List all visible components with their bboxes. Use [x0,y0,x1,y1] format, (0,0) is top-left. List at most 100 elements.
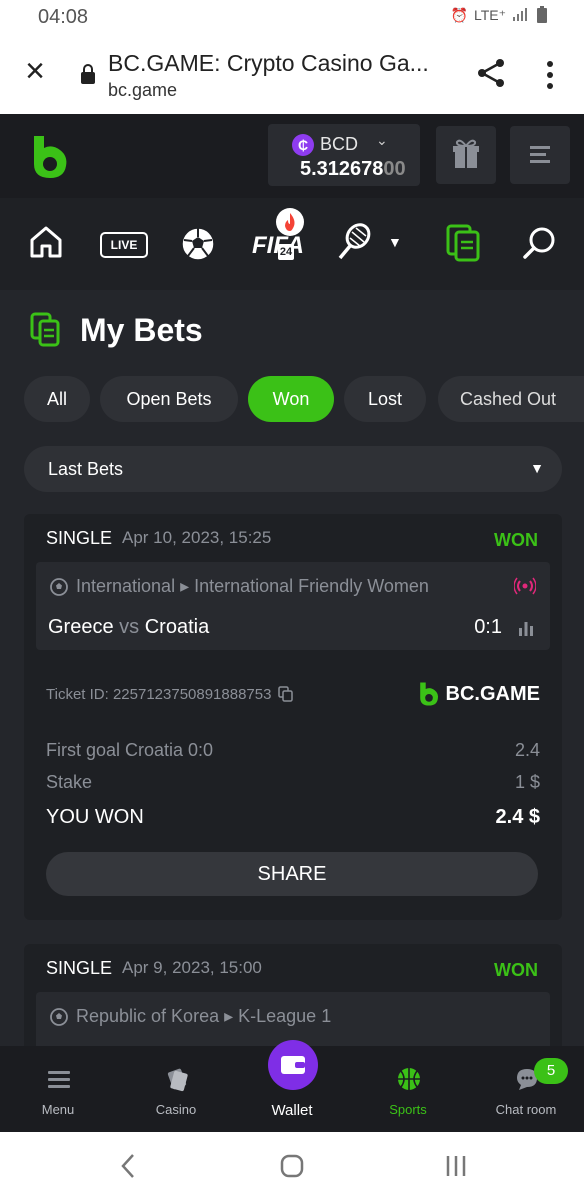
bet-status: WON [494,960,538,980]
home-icon[interactable] [26,220,66,264]
sports-nav: LIVE FIFA 24 ▼ [0,198,584,290]
won-label: YOU WON [46,806,144,828]
my-bets-page: My Bets All Open Bets Won Lost Cashed Ou… [0,290,584,1084]
stats-icon[interactable] [518,620,534,636]
copy-icon[interactable] [278,686,294,702]
soccer-ball-icon [50,1008,68,1026]
signal-icon [513,8,527,21]
tab-wallet[interactable]: Wallet [234,1040,350,1132]
league-path: International ▸ International Friendly W… [76,576,429,596]
last-bets-dropdown[interactable]: Last Bets ▼ [24,446,562,492]
bcgame-logo-icon[interactable] [30,134,70,180]
status-icons: ⏰ LTE⁺ [451,6,548,24]
bet-date: Apr 9, 2023, 15:00 [122,958,262,977]
filter-lost[interactable]: Lost [344,376,426,422]
brand-logo: BC.GAME [418,678,540,710]
tennis-icon[interactable] [334,220,374,264]
chevron-down-icon: ▼ [530,460,544,476]
network-label: LTE⁺ [473,6,506,23]
more-options-icon[interactable] [540,58,560,92]
dropdown-label: Last Bets [48,459,124,479]
won-row: YOU WON 2.4 $ [46,806,540,829]
close-tab-icon[interactable]: × [20,54,50,88]
back-icon[interactable] [116,1152,140,1180]
currency-label: BCD [320,134,359,154]
match-teams: Greece vs Croatia [48,616,209,639]
filter-cashed-out[interactable]: Cashed Out [438,376,584,422]
more-sports-dropdown-icon[interactable]: ▼ [388,234,402,250]
lock-icon [81,64,95,84]
team-away: Croatia [144,616,210,638]
bet-card[interactable]: SINGLE Apr 10, 2023, 15:25 WON Internati… [24,514,562,920]
share-icon[interactable] [474,56,508,90]
url-domain[interactable]: bc.game [108,80,177,101]
stake-label: Stake [46,772,93,792]
match-score: 0:1 [474,616,502,638]
page-title-bar[interactable]: BC.GAME: Crypto Casino Ga... [108,50,429,77]
brand-name: BC.GAME [445,682,540,705]
balance-selector[interactable]: ₵ BCD ⌄ 5.31267800 [268,124,420,186]
tab-menu-label: Menu [41,1102,75,1117]
cards-icon [167,1068,188,1092]
bottom-tab-bar: Menu Casino Wallet Sports Chat room [0,1040,584,1132]
bcd-coin-icon: ₵ [292,134,314,156]
filter-all[interactable]: All [24,376,90,422]
league-path: Republic of Korea ▸ K-League 1 [76,1006,332,1026]
chat-badge: 5 [534,1058,568,1084]
stake-row: Stake 1 $ [46,772,540,793]
status-time: 04:08 [38,6,89,28]
tab-casino-label: Casino [155,1102,197,1117]
pick-label: First goal Croatia 0:0 [46,740,214,760]
battery-icon [537,6,547,23]
stake-value: 1 $ [514,772,540,792]
tab-casino[interactable]: Casino [118,1046,234,1132]
browser-toolbar: × BC.GAME: Crypto Casino Ga... bc.game [0,36,584,115]
match-info[interactable]: International ▸ International Friendly W… [36,562,550,650]
fifa-button[interactable]: FIFA 24 [250,208,306,270]
pick-odds: 2.4 [514,740,540,760]
page-title: My Bets [80,312,203,348]
my-bets-icon [30,312,60,347]
fifa-year: 24 [278,244,294,260]
pick-row: First goal Croatia 0:0 2.4 [46,740,540,761]
search-icon[interactable] [520,220,560,264]
won-value: 2.4 $ [495,806,540,828]
tab-chat-label: Chat room [495,1102,557,1117]
vs-label: vs [119,616,140,638]
wallet-icon [281,1056,305,1074]
filter-open-bets[interactable]: Open Bets [100,376,238,422]
recents-icon[interactable] [442,1152,470,1180]
bet-status: WON [494,530,538,550]
share-button[interactable]: SHARE [46,852,538,896]
team-home: Greece [48,616,114,638]
gift-button[interactable] [436,126,496,184]
live-broadcast-icon [514,577,536,595]
basketball-icon [398,1068,420,1090]
live-button[interactable]: LIVE [100,232,148,258]
alarm-icon: ⏰ [450,6,468,23]
tab-menu[interactable]: Menu [0,1046,116,1132]
status-bar: 04:08 ⏰ LTE⁺ [0,0,584,36]
ticket-id: Ticket ID: 2257123750891888753 [46,686,272,703]
home-nav-icon[interactable] [278,1152,306,1180]
bcgame-logo-icon [419,682,438,706]
my-bets-nav-icon[interactable] [444,220,484,264]
balance-dim: 00 [383,158,406,180]
list-icon [530,146,550,163]
balance-amount: 5.31267800 [300,158,406,181]
bet-type: SINGLE [46,958,113,978]
tab-sports[interactable]: Sports [350,1046,466,1132]
system-nav-bar [0,1132,584,1200]
app-header: ₵ BCD ⌄ 5.31267800 [0,114,584,198]
tab-chat[interactable]: Chat room [468,1046,584,1132]
gift-icon [453,139,479,168]
fire-icon [285,213,295,231]
filter-won[interactable]: Won [248,376,334,422]
bet-type: SINGLE [46,528,113,548]
tab-sports-label: Sports [389,1102,427,1117]
bet-date: Apr 10, 2023, 15:25 [122,528,272,547]
wallet-circle [268,1040,318,1090]
menu-list-button[interactable] [510,126,570,184]
soccer-ball-icon[interactable] [178,220,218,264]
hamburger-icon [48,1071,70,1088]
